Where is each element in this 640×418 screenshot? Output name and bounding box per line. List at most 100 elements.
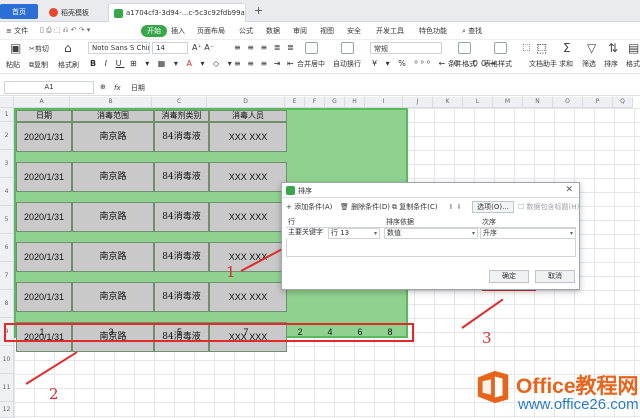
menu-view[interactable]: 视图: [320, 26, 334, 36]
table-header-cell[interactable]: 消毒范围: [72, 110, 154, 122]
table-header-cell[interactable]: 消毒人员: [209, 110, 287, 122]
move-up-down-icons[interactable]: ⬆ ⬇: [448, 201, 462, 213]
format-painter-button[interactable]: 格式刷: [58, 60, 79, 70]
row-header[interactable]: 6: [0, 234, 14, 262]
filter-button[interactable]: 筛选: [582, 59, 596, 69]
row-header[interactable]: 8: [0, 290, 14, 318]
number-format-select[interactable]: 常规: [370, 42, 442, 54]
table-cell[interactable]: XXX XXX: [209, 122, 287, 152]
close-icon[interactable]: ✕: [565, 185, 573, 195]
has-header-checkbox[interactable]: ☐ 数据包含标题(H): [518, 201, 579, 213]
doc-assistant-button[interactable]: 文档助手: [529, 59, 557, 69]
table-cell[interactable]: 2020/1/31: [16, 122, 72, 152]
row-header[interactable]: 11: [0, 374, 14, 402]
menu-start[interactable]: 开始: [141, 25, 167, 37]
menu-page-layout[interactable]: 页面布局: [197, 26, 225, 36]
column-header[interactable]: P: [583, 97, 613, 108]
row-header[interactable]: 2: [0, 122, 14, 150]
table-cell[interactable]: XXX XXX: [209, 162, 287, 192]
row-header[interactable]: 12: [0, 402, 14, 418]
column-header[interactable]: M: [493, 97, 523, 108]
options-button[interactable]: 选项(O)...: [472, 201, 514, 213]
table-cell[interactable]: 84消毒液: [154, 122, 209, 152]
menu-special[interactable]: 特色功能: [419, 26, 447, 36]
table-cell[interactable]: 84消毒液: [154, 162, 209, 192]
table-cell[interactable]: 2020/1/31: [16, 242, 72, 272]
merge-center-button[interactable]: 合并居中: [297, 59, 325, 69]
font-style-icons[interactable]: B I U ⊞ ▾ ▦ ▾ A ▾ ◇ ▾: [90, 59, 235, 68]
row-header[interactable]: 3: [0, 150, 14, 178]
table-cell[interactable]: 2020/1/31: [16, 162, 72, 192]
tab-home[interactable]: 首页: [0, 4, 38, 19]
font-size-select[interactable]: 14: [152, 42, 188, 54]
paste-button[interactable]: 粘贴: [6, 60, 20, 70]
table-cell[interactable]: 南京路: [72, 162, 154, 192]
column-header[interactable]: K: [433, 97, 463, 108]
add-condition-button[interactable]: + 添加条件(A): [286, 201, 332, 213]
column-header[interactable]: A: [14, 97, 70, 108]
table-cell[interactable]: 南京路: [72, 122, 154, 152]
font-grow-shrink-icons[interactable]: A⁺ A⁻: [192, 43, 214, 52]
row-header[interactable]: 10: [0, 346, 14, 374]
column-header[interactable]: D: [207, 97, 285, 108]
sort-order-select[interactable]: 升序 ▾: [480, 228, 576, 239]
menu-formula[interactable]: 公式: [239, 26, 253, 36]
ok-button[interactable]: 确定: [489, 270, 529, 283]
font-name-select[interactable]: Noto Sans S Chine: [88, 42, 150, 54]
row-header[interactable]: 1: [0, 108, 14, 122]
zoom-icon[interactable]: ⊕: [100, 83, 106, 91]
menu-developer[interactable]: 开发工具: [376, 26, 404, 36]
tab-file[interactable]: a1704cf3-3d94-...c-5c3c92fdb99a ×: [108, 3, 246, 22]
table-cell[interactable]: 2020/1/31: [16, 282, 72, 312]
column-header[interactable]: B: [70, 97, 152, 108]
column-header[interactable]: C: [152, 97, 207, 108]
copy-button[interactable]: ⧉复制: [29, 60, 48, 70]
column-header[interactable]: O: [553, 97, 583, 108]
conditional-format-button[interactable]: 条件格式: [448, 59, 476, 69]
menu-data[interactable]: 数据: [266, 26, 280, 36]
table-style-button[interactable]: 表格样式: [484, 59, 512, 69]
row-header[interactable]: 5: [0, 206, 14, 234]
table-header-cell[interactable]: 日期: [16, 110, 72, 122]
column-header[interactable]: E: [285, 97, 305, 108]
column-header[interactable]: N: [523, 97, 553, 108]
table-header-cell[interactable]: 消毒剂类别: [154, 110, 209, 122]
number-format-icons[interactable]: ¥ ▾ % ⁰⁰⁰ ←.0 .00→: [372, 59, 499, 68]
column-header[interactable]: L: [463, 97, 493, 108]
sort-basis-select[interactable]: 数值 ▾: [384, 228, 478, 239]
sum-button[interactable]: 求和: [559, 59, 573, 69]
table-cell[interactable]: 84消毒液: [154, 202, 209, 232]
column-header[interactable]: Q: [613, 97, 633, 108]
row-header[interactable]: 7: [0, 262, 14, 290]
primary-key-select[interactable]: 行 13 ▾: [328, 228, 380, 239]
table-cell[interactable]: 84消毒液: [154, 242, 209, 272]
align-bottom-icons[interactable]: ≡ ≡ ≡ ⇥ ⇤: [234, 59, 296, 68]
table-cell[interactable]: XXX XXX: [209, 202, 287, 232]
file-menu[interactable]: ≡ 文件: [6, 26, 28, 36]
search-menu[interactable]: ⌕ 查找: [462, 26, 482, 36]
select-all-corner[interactable]: [0, 97, 14, 108]
copy-condition-button[interactable]: ⧉ 复制条件(C): [392, 201, 438, 213]
table-cell[interactable]: 南京路: [72, 282, 154, 312]
column-header[interactable]: J: [403, 97, 433, 108]
sort-button[interactable]: 排序: [604, 59, 618, 69]
delete-condition-button[interactable]: 🗑 删除条件(D): [340, 201, 390, 213]
table-cell[interactable]: 南京路: [72, 242, 154, 272]
format-button[interactable]: 格式: [626, 59, 640, 69]
menu-review[interactable]: 审阅: [293, 26, 307, 36]
table-cell[interactable]: 2020/1/31: [16, 202, 72, 232]
new-tab-icon[interactable]: +: [254, 4, 263, 17]
column-header[interactable]: I: [365, 97, 403, 108]
table-cell[interactable]: 南京路: [72, 202, 154, 232]
table-cell[interactable]: XXX XXX: [209, 282, 287, 312]
cancel-button[interactable]: 取消: [535, 270, 575, 283]
quick-access-icons[interactable]: ▯ ⎙ ⬚ ⎌ ↶ ↷ ▾: [40, 26, 90, 35]
table-cell[interactable]: 84消毒液: [154, 282, 209, 312]
align-top-icons[interactable]: ≡ ≡ ≡ ≣ ≣: [234, 43, 296, 52]
wrap-text-button[interactable]: 自动换行: [333, 59, 361, 69]
cut-button[interactable]: ✂剪切: [29, 44, 49, 54]
column-header[interactable]: G: [325, 97, 345, 108]
tab-template[interactable]: 稻壳模板: [44, 3, 104, 22]
menu-security[interactable]: 安全: [347, 26, 361, 36]
formula-content[interactable]: fx 日期: [114, 83, 145, 93]
